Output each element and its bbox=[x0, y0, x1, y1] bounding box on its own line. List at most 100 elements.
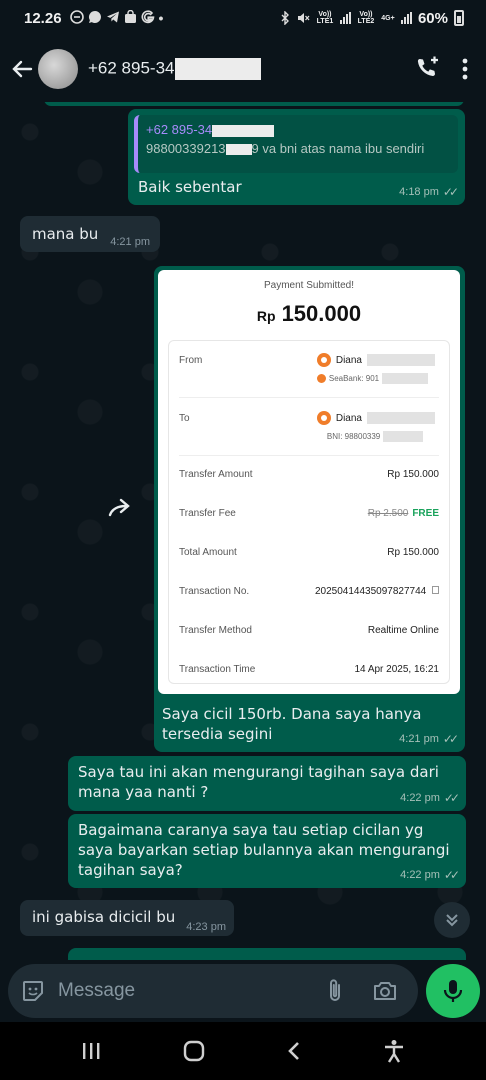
receipt-image[interactable]: Payment Submitted! Rp 150.000 From Diana bbox=[158, 270, 460, 694]
receipt-details: From Diana SeaBank: 901 To Diana BNI: 98… bbox=[168, 340, 450, 684]
scroll-to-bottom-button[interactable] bbox=[434, 902, 470, 938]
message-bubble-incoming[interactable]: ini gabisa dicicil bu 4:23 pm bbox=[20, 900, 234, 936]
quoted-message[interactable]: +62 895-34 98800339213 9 va bni atas nama… bbox=[134, 115, 458, 173]
accessibility-icon[interactable] bbox=[383, 1039, 405, 1063]
message-text: Baik sebentar bbox=[138, 178, 242, 196]
redaction-block bbox=[367, 354, 435, 366]
next-message-edge bbox=[68, 948, 466, 960]
message-time: 4:23 pm bbox=[186, 921, 226, 933]
sticker-icon[interactable] bbox=[20, 978, 46, 1004]
redaction-block bbox=[382, 373, 429, 384]
back-button[interactable] bbox=[2, 49, 42, 89]
more-vert-icon[interactable] bbox=[462, 58, 468, 80]
transaction-no-label: Transaction No. bbox=[179, 586, 250, 597]
avatar[interactable] bbox=[38, 49, 78, 89]
message-time: 4:18 pm bbox=[399, 186, 439, 198]
transaction-no-value: 20250414435097827744 bbox=[315, 586, 439, 597]
to-party: Diana BNI: 98800339 bbox=[316, 411, 435, 442]
to-name-row: Diana bbox=[316, 411, 435, 425]
chat-bubble-icon bbox=[88, 10, 101, 23]
message-meta: 4:21 pm bbox=[110, 236, 150, 248]
google-icon bbox=[141, 10, 154, 24]
back-icon[interactable] bbox=[287, 1041, 301, 1061]
transfer-fee-free: FREE bbox=[412, 508, 439, 519]
message-bubble-image[interactable]: Payment Submitted! Rp 150.000 From Diana bbox=[154, 266, 465, 752]
caption-line-2: tersedia segini bbox=[162, 725, 273, 743]
from-name: Diana bbox=[335, 354, 362, 366]
redaction-block bbox=[225, 144, 252, 156]
forward-button[interactable] bbox=[106, 497, 136, 521]
mic-icon bbox=[443, 980, 463, 1002]
mute-icon bbox=[297, 13, 310, 23]
minus-circle-icon bbox=[69, 10, 84, 24]
redaction-block bbox=[367, 412, 435, 424]
message-time: 4:22 pm bbox=[400, 869, 440, 881]
message-text: ini gabisa dicicil bu bbox=[32, 908, 176, 926]
message-time: 4:22 pm bbox=[400, 792, 440, 804]
read-ticks-icon: ✓✓ bbox=[442, 732, 459, 746]
message-meta: 4:18 pm ✓✓ bbox=[399, 185, 459, 199]
attach-icon[interactable] bbox=[326, 978, 344, 1004]
status-bar: 12.26 • Vo)) LTE1 Vo)) LTE2 4G+ 60% bbox=[0, 0, 486, 36]
message-input[interactable] bbox=[58, 980, 298, 1002]
row-total: Total Amount Rp 150.000 bbox=[179, 547, 439, 558]
read-ticks-icon: ✓✓ bbox=[443, 791, 460, 805]
to-bank: BNI: 98800339 bbox=[326, 432, 381, 441]
chat-area[interactable]: +62 895-34 98800339213 9 va bni atas nama… bbox=[0, 102, 486, 960]
chat-header: +62 895-34 bbox=[0, 36, 486, 102]
battery-icon bbox=[454, 10, 464, 26]
total-value: Rp 150.000 bbox=[387, 547, 439, 558]
network-label-1: Vo)) LTE1 bbox=[316, 11, 334, 25]
contact-name: +62 895-34 bbox=[88, 58, 175, 78]
mic-button[interactable] bbox=[426, 964, 480, 1018]
transfer-fee-label: Transfer Fee bbox=[179, 508, 236, 519]
header-actions bbox=[414, 56, 468, 82]
transfer-amount-value: Rp 150.000 bbox=[387, 469, 439, 480]
message-text: Saya tau ini akan mengurangi tagihan say… bbox=[78, 762, 439, 802]
message-input-container[interactable] bbox=[8, 964, 418, 1018]
transaction-time-label: Transaction Time bbox=[179, 664, 256, 675]
camera-icon[interactable] bbox=[372, 979, 398, 1003]
read-ticks-icon: ✓✓ bbox=[442, 185, 459, 199]
message-bubble-reply[interactable]: +62 895-34 98800339213 9 va bni atas nama… bbox=[128, 109, 465, 205]
previous-message-edge bbox=[44, 102, 464, 106]
status-right: Vo)) LTE1 Vo)) LTE2 4G+ 60% bbox=[280, 10, 464, 27]
from-name-row: Diana bbox=[316, 353, 435, 367]
seabank-icon bbox=[316, 374, 326, 383]
row-method: Transfer Method Realtime Online bbox=[179, 625, 439, 636]
receipt-currency: Rp bbox=[256, 308, 276, 324]
message-line-1: Bagaimana caranya saya tau setiap cicila… bbox=[78, 821, 424, 839]
bluetooth-icon bbox=[281, 11, 289, 25]
message-line-1: Saya tau ini akan mengurangi tagihan say… bbox=[78, 763, 439, 781]
separator bbox=[179, 455, 439, 456]
transfer-fee-value: Rp 2.500 FREE bbox=[368, 508, 439, 519]
message-line-2: mana yaa nanti ? bbox=[78, 783, 209, 801]
message-bubble-outgoing[interactable]: Saya tau ini akan mengurangi tagihan say… bbox=[68, 756, 466, 811]
total-label: Total Amount bbox=[179, 547, 237, 558]
message-bubble-incoming[interactable]: mana bu 4:21 pm bbox=[20, 216, 160, 252]
network-label-2: Vo)) LTE2 bbox=[357, 11, 375, 25]
copy-icon bbox=[432, 586, 439, 594]
contact-title[interactable]: +62 895-34 bbox=[88, 58, 261, 80]
message-meta: 4:21 pm ✓✓ bbox=[399, 732, 459, 746]
double-chevron-down-icon bbox=[446, 914, 458, 927]
recents-icon[interactable] bbox=[81, 1042, 101, 1060]
transaction-time-value: 14 Apr 2025, 16:21 bbox=[354, 664, 439, 675]
system-nav-bar bbox=[0, 1022, 486, 1080]
quoted-text: 98800339213 9 va bni atas nama ibu sendir… bbox=[146, 141, 450, 156]
from-label: From bbox=[179, 355, 203, 366]
message-text: mana bu bbox=[32, 225, 99, 243]
transfer-amount-label: Transfer Amount bbox=[179, 469, 253, 480]
from-bank-row: SeaBank: 901 bbox=[316, 373, 435, 384]
home-icon[interactable] bbox=[183, 1040, 205, 1062]
message-bubble-outgoing[interactable]: Bagaimana caranya saya tau setiap cicila… bbox=[68, 814, 466, 888]
row-transfer-fee: Transfer Fee Rp 2.500 FREE bbox=[179, 508, 439, 519]
message-time: 4:21 pm bbox=[110, 236, 150, 248]
row-transfer-amount: Transfer Amount Rp 150.000 bbox=[179, 469, 439, 480]
user-icon bbox=[316, 411, 331, 425]
row-transaction-no: Transaction No. 20250414435097827744 bbox=[179, 586, 439, 597]
message-text: Bagaimana caranya saya tau setiap cicila… bbox=[78, 820, 450, 880]
forward-icon bbox=[108, 498, 130, 517]
add-call-icon[interactable] bbox=[414, 56, 440, 82]
message-line-3: tagihan saya? bbox=[78, 861, 183, 879]
